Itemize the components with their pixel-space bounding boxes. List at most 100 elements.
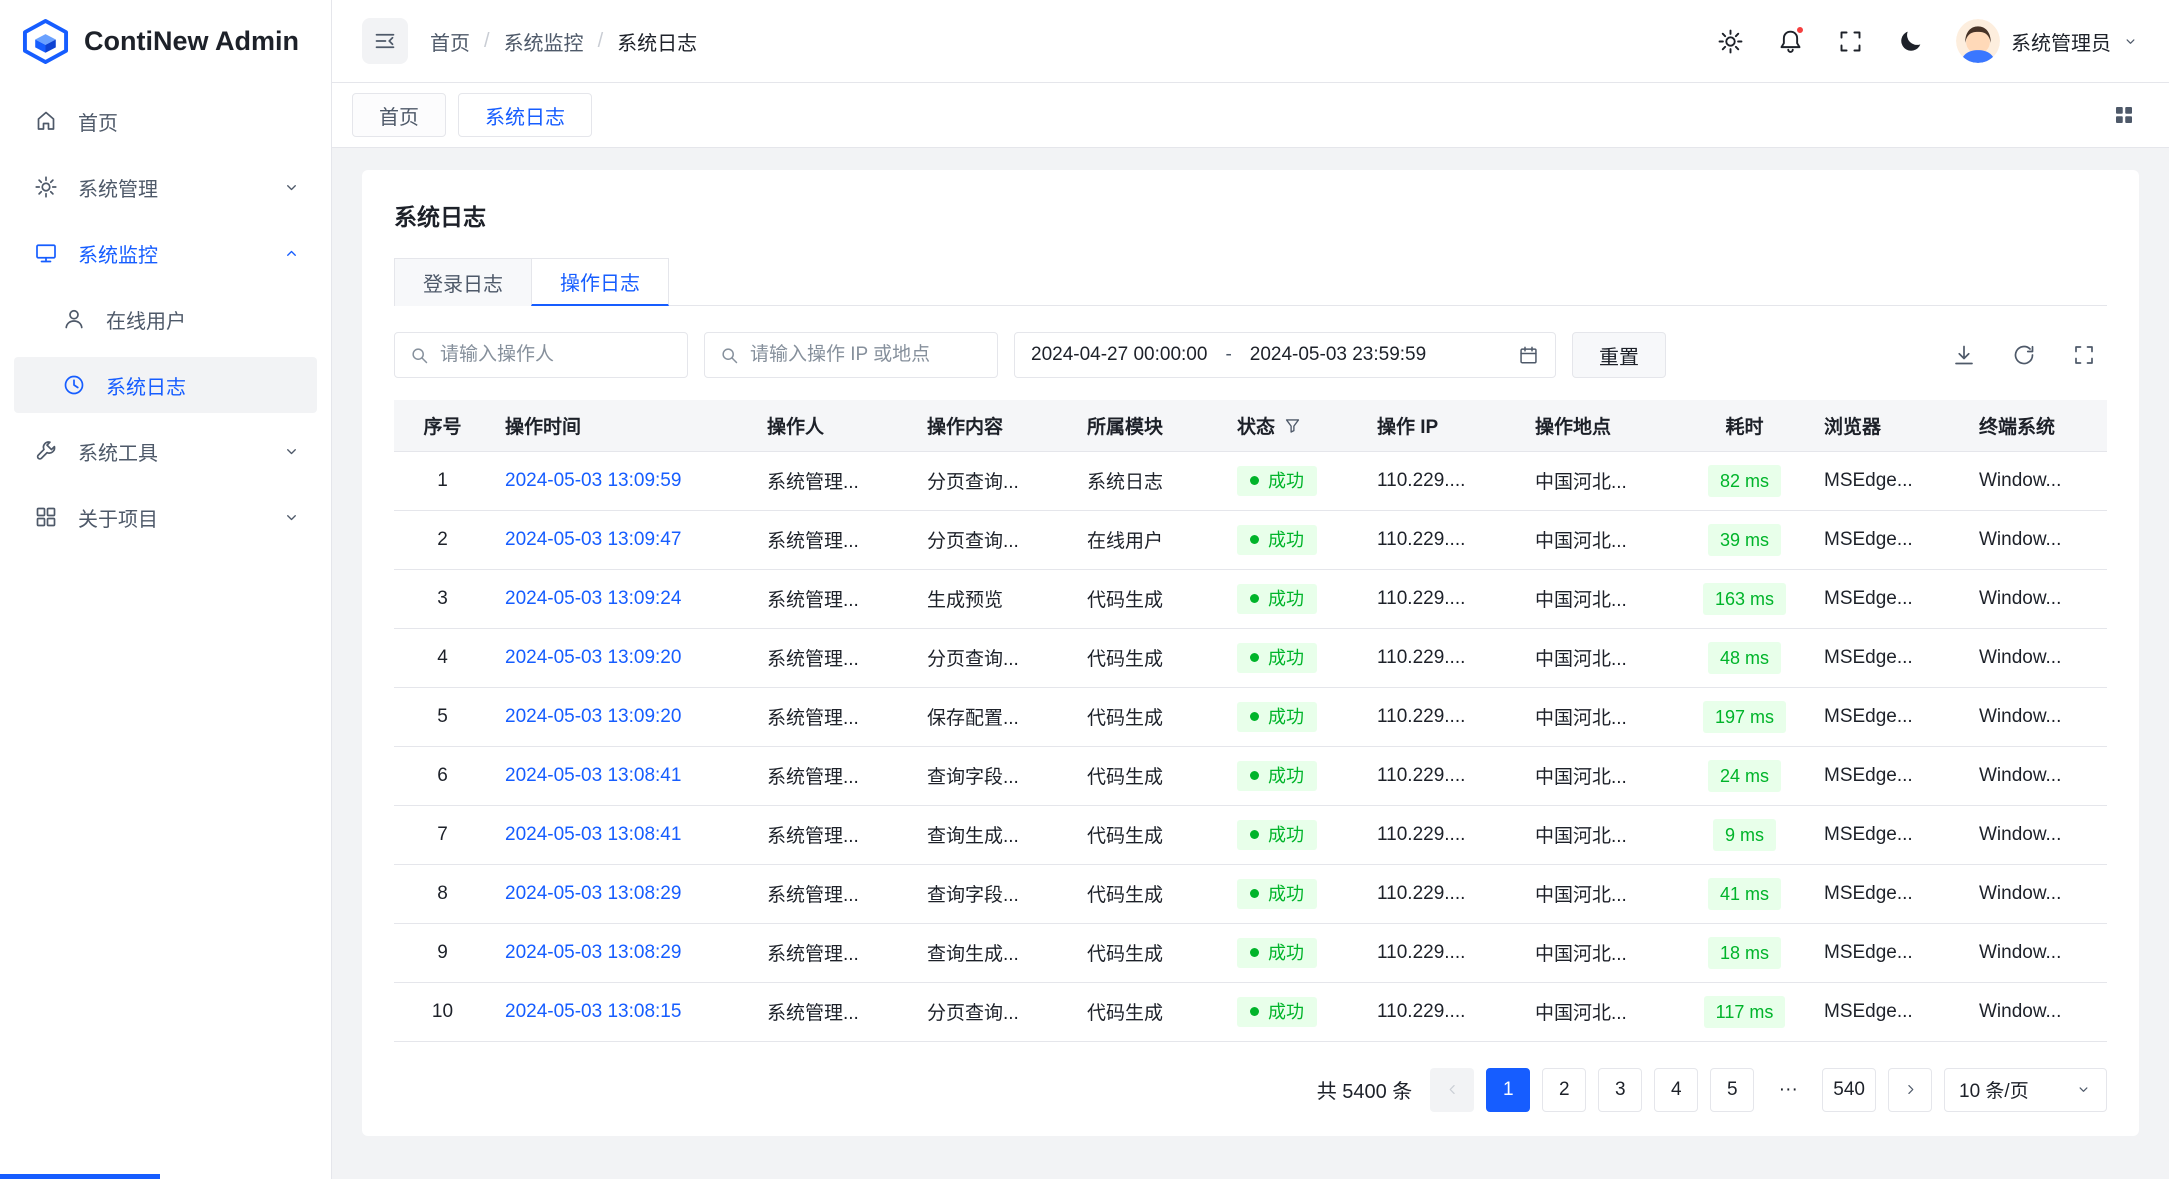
cell-content: 查询生成... (913, 923, 1073, 982)
cell-content: 查询字段... (913, 864, 1073, 923)
breadcrumb-separator: / (484, 30, 490, 53)
export-button[interactable] (1941, 332, 1987, 378)
settings-button[interactable] (1706, 17, 1754, 65)
sidebar-item-system-tools[interactable]: 系统工具 (14, 423, 317, 479)
status-text: 成功 (1268, 767, 1304, 785)
operation-time-link[interactable]: 2024-05-03 13:08:41 (505, 824, 681, 845)
cell-module: 系统日志 (1073, 451, 1223, 510)
cell-time: 2024-05-03 13:09:20 (491, 628, 753, 687)
status-dot-icon (1250, 535, 1259, 544)
page-button-3[interactable]: 3 (1598, 1068, 1642, 1112)
operation-time-link[interactable]: 2024-05-03 13:09:47 (505, 529, 681, 550)
breadcrumb-item[interactable]: 系统监控 (504, 27, 584, 56)
page-ellipsis-button[interactable]: ··· (1766, 1068, 1810, 1112)
cell-ip: 110.229.... (1363, 510, 1521, 569)
sidebar-item-system-management[interactable]: 系统管理 (14, 159, 317, 215)
date-range-picker[interactable]: 2024-04-27 00:00:00 - 2024-05-03 23:59:5… (1014, 332, 1556, 378)
cell-os: Window... (1965, 923, 2107, 982)
refresh-button[interactable] (2001, 332, 2047, 378)
tab-actions-button[interactable] (2101, 92, 2147, 138)
cell-cost: 197 ms (1679, 687, 1810, 746)
sidebar-menu: 首页系统管理系统监控在线用户系统日志系统工具关于项目 (0, 83, 331, 1179)
breadcrumb-item[interactable]: 首页 (430, 27, 470, 56)
sidebar-item-home[interactable]: 首页 (14, 93, 317, 149)
theme-toggle-button[interactable] (1886, 17, 1934, 65)
page-button-1[interactable]: 1 (1486, 1068, 1530, 1112)
table-fullscreen-button[interactable] (2061, 332, 2107, 378)
sidebar-item-system-logs[interactable]: 系统日志 (14, 357, 317, 413)
user-menu[interactable]: 系统管理员 (1956, 19, 2139, 63)
operation-time-link[interactable]: 2024-05-03 13:08:15 (505, 1001, 681, 1022)
cell-os: Window... (1965, 451, 2107, 510)
operation-time-link[interactable]: 2024-05-03 13:09:24 (505, 588, 681, 609)
page-size-select[interactable]: 10 条/页 (1944, 1068, 2107, 1112)
operation-time-link[interactable]: 2024-05-03 13:09:59 (505, 470, 681, 491)
operation-time-link[interactable]: 2024-05-03 13:09:20 (505, 706, 681, 727)
page-button-4[interactable]: 4 (1654, 1068, 1698, 1112)
breadcrumb-item[interactable]: 系统日志 (617, 27, 697, 56)
notifications-button[interactable] (1766, 17, 1814, 65)
cell-time: 2024-05-03 13:08:41 (491, 805, 753, 864)
menu-fold-icon (373, 29, 397, 53)
sidebar-item-system-monitor[interactable]: 系统监控 (14, 225, 317, 281)
cell-cost: 163 ms (1679, 569, 1810, 628)
topbar: 首页/系统监控/系统日志 (332, 0, 2169, 83)
app-logo[interactable]: ContiNew Admin (0, 0, 331, 83)
cell-ip: 110.229.... (1363, 982, 1521, 1041)
tab-login-logs[interactable]: 登录日志 (394, 258, 532, 306)
status-dot-icon (1250, 476, 1259, 485)
cell-location: 中国河北... (1521, 923, 1679, 982)
cell-location: 中国河北... (1521, 510, 1679, 569)
cell-status: 成功 (1223, 687, 1363, 746)
cell-operator: 系统管理... (753, 746, 913, 805)
date-start-value[interactable]: 2024-04-27 00:00:00 (1031, 344, 1207, 366)
app-title: ContiNew Admin (84, 26, 299, 57)
app-logo-icon (22, 18, 69, 65)
cell-no: 9 (394, 923, 491, 982)
page-button-5[interactable]: 5 (1710, 1068, 1754, 1112)
duration-badge: 48 ms (1708, 642, 1781, 674)
filter-toolbar: 2024-04-27 00:00:00 - 2024-05-03 23:59:5… (394, 332, 2107, 378)
cell-content: 查询生成... (913, 805, 1073, 864)
date-end-value[interactable]: 2024-05-03 23:59:59 (1250, 344, 1426, 366)
sidebar-item-online-users[interactable]: 在线用户 (14, 291, 317, 347)
next-page-button[interactable] (1888, 1068, 1932, 1112)
cell-time: 2024-05-03 13:09:59 (491, 451, 753, 510)
fullscreen-button[interactable] (1826, 17, 1874, 65)
ip-search-input[interactable] (750, 344, 983, 366)
log-tab-label: 操作日志 (560, 267, 640, 296)
column-label: 操作 IP (1377, 412, 1438, 439)
operation-time-link[interactable]: 2024-05-03 13:09:20 (505, 647, 681, 668)
cell-no: 4 (394, 628, 491, 687)
operation-time-link[interactable]: 2024-05-03 13:08:41 (505, 765, 681, 786)
column-label: 所属模块 (1087, 412, 1163, 439)
sidebar-item-about-project[interactable]: 关于项目 (14, 489, 317, 545)
cell-content: 分页查询... (913, 451, 1073, 510)
breadcrumb: 首页/系统监控/系统日志 (430, 27, 697, 56)
nav-tab-home[interactable]: 首页 (352, 93, 446, 137)
page-button-2[interactable]: 2 (1542, 1068, 1586, 1112)
operation-time-link[interactable]: 2024-05-03 13:08:29 (505, 942, 681, 963)
cell-time: 2024-05-03 13:08:41 (491, 746, 753, 805)
page-button-540[interactable]: 540 (1822, 1068, 1876, 1112)
pagination: 共 5400 条 12345···540 10 条/页 (394, 1068, 2107, 1112)
cell-browser: MSEdge... (1810, 982, 1965, 1041)
operator-search-input[interactable] (440, 344, 673, 366)
cell-time: 2024-05-03 13:09:20 (491, 687, 753, 746)
table-row: 12024-05-03 13:09:59系统管理...分页查询...系统日志成功… (394, 451, 2107, 510)
sidebar-item-label: 系统日志 (106, 371, 301, 400)
nav-tab-system-logs[interactable]: 系统日志 (458, 93, 592, 137)
cell-location: 中国河北... (1521, 746, 1679, 805)
cell-ip: 110.229.... (1363, 746, 1521, 805)
reset-button[interactable]: 重置 (1572, 332, 1666, 378)
prev-page-button[interactable] (1430, 1068, 1474, 1112)
sidebar-collapse-button[interactable] (362, 18, 408, 64)
cell-content: 分页查询... (913, 982, 1073, 1041)
table-row: 52024-05-03 13:09:20系统管理...保存配置...代码生成成功… (394, 687, 2107, 746)
tab-operation-logs[interactable]: 操作日志 (531, 258, 669, 306)
status-filter-icon[interactable] (1283, 416, 1302, 435)
table-row: 22024-05-03 13:09:47系统管理...分页查询...在线用户成功… (394, 510, 2107, 569)
status-text: 成功 (1268, 944, 1304, 962)
cell-os: Window... (1965, 982, 2107, 1041)
operation-time-link[interactable]: 2024-05-03 13:08:29 (505, 883, 681, 904)
